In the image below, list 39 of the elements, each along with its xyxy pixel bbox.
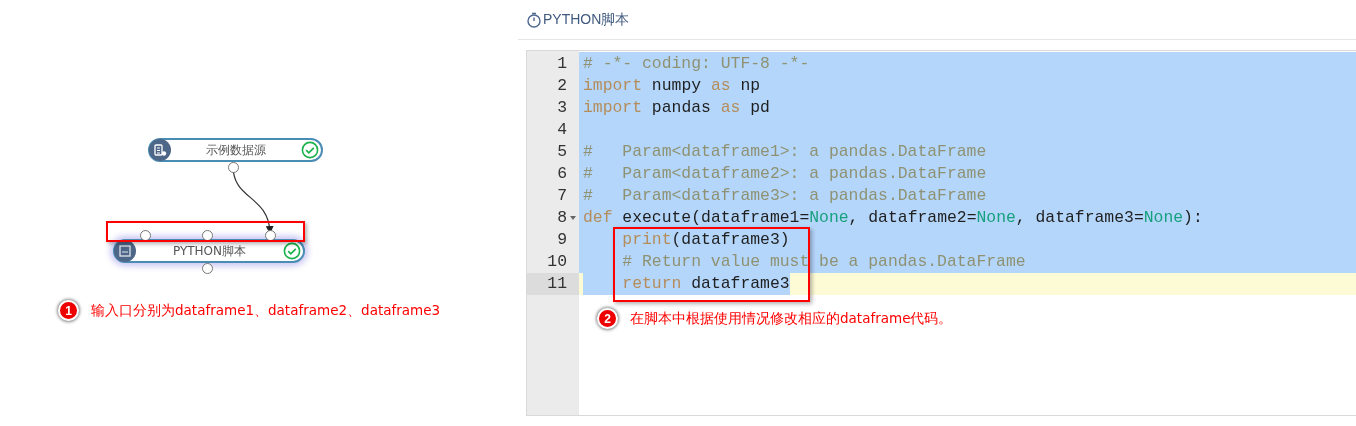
line-number: 9 xyxy=(557,230,567,250)
code-line: # Param<dataframe1>: a pandas.DataFrame xyxy=(583,141,987,161)
fold-icon[interactable] xyxy=(570,215,576,220)
code-line: print(dataframe3) xyxy=(622,230,790,250)
database-icon xyxy=(149,139,171,161)
line-number: 3 xyxy=(557,97,567,117)
code-line: # Param<dataframe3>: a pandas.DataFrame xyxy=(583,186,987,206)
line-number: 8 xyxy=(557,208,567,228)
code-line: # -*- coding: UTF-8 -*- xyxy=(583,53,810,73)
port-handle[interactable] xyxy=(140,230,151,241)
line-number: 6 xyxy=(557,164,567,183)
script-icon xyxy=(114,240,136,262)
port-handle[interactable] xyxy=(265,230,276,241)
port-handle[interactable] xyxy=(202,230,213,241)
panel-title: PYTHON脚本 xyxy=(543,10,630,29)
line-number: 2 xyxy=(557,75,567,95)
flow-node[interactable]: PYTHON脚本 xyxy=(113,239,305,263)
flow-node[interactable]: 示例数据源 xyxy=(148,138,323,162)
line-number: 4 xyxy=(557,119,567,139)
step-badge: 1 xyxy=(58,300,79,321)
line-number: 5 xyxy=(557,141,567,161)
line-number: 7 xyxy=(557,186,567,206)
line-number: 11 xyxy=(547,274,567,294)
note-text: 输入口分别为dataframe1、dataframe2、dataframe3 xyxy=(91,301,441,320)
code-line: # Param<dataframe2>: a pandas.DataFrame xyxy=(583,164,987,183)
code-line: import numpy as np xyxy=(583,75,761,95)
code-line: import pandas as pd xyxy=(583,97,770,117)
node-label: PYTHON脚本 xyxy=(171,242,248,260)
stopwatch-icon xyxy=(526,11,542,28)
step-badge: 2 xyxy=(597,308,618,329)
line-number: 10 xyxy=(547,252,567,272)
node-label: 示例数据源 xyxy=(205,141,267,159)
port-handle[interactable] xyxy=(202,263,213,274)
code-editor[interactable] xyxy=(526,50,1356,416)
code-line: # Return value must be a pandas.DataFrame xyxy=(622,252,1026,272)
line-number: 1 xyxy=(557,53,567,73)
note-text: 在脚本中根据使用情况修改相应的dataframe代码。 xyxy=(630,309,953,328)
code-line: def execute(dataframe1=None, dataframe2=None, dataframe3=None): xyxy=(583,208,1203,228)
port-handle[interactable] xyxy=(228,162,239,173)
